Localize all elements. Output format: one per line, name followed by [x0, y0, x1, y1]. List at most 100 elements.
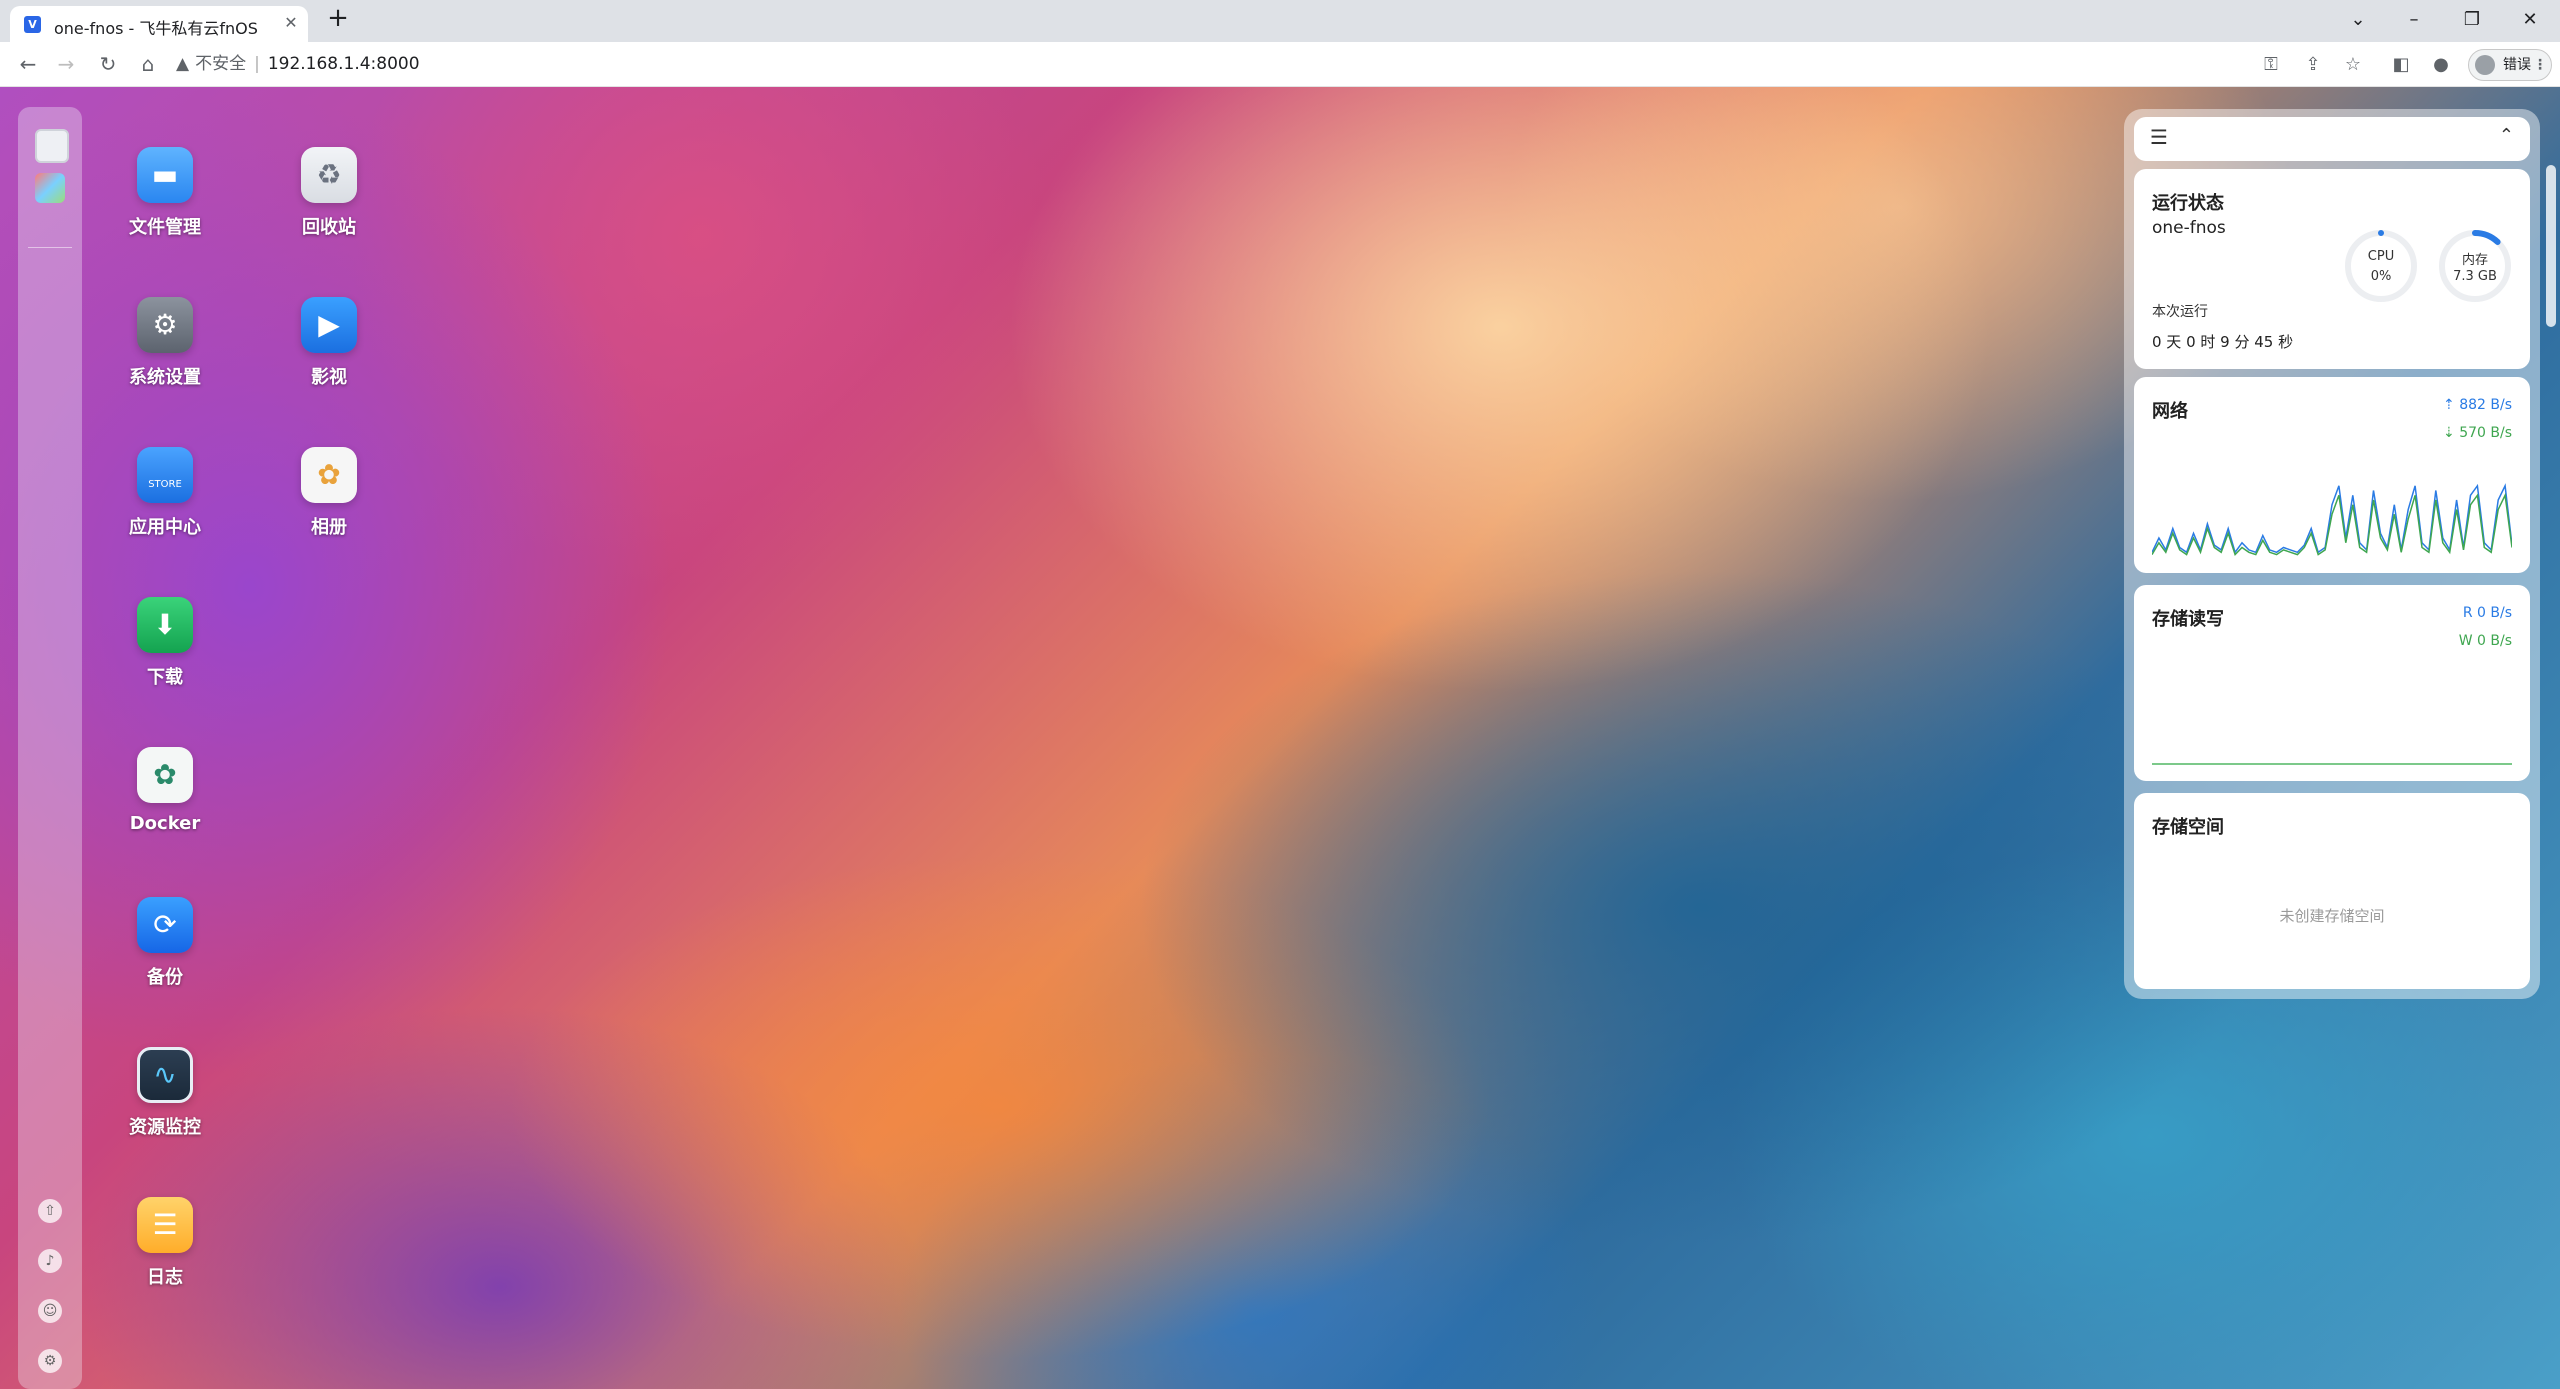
video-icon: ▶ — [301, 297, 357, 353]
more-icon: ⋮ — [2533, 57, 2547, 73]
storage-space-title: 存储空间 — [2152, 817, 2224, 838]
sidebar-divider — [28, 247, 72, 248]
grid-icon[interactable] — [35, 173, 65, 203]
app-label: 资源监控 — [129, 1117, 201, 1138]
backup-icon: ⟳ — [137, 897, 193, 953]
upload-arrow-icon: ⇡ — [2443, 397, 2460, 413]
key-icon[interactable]: ⚿ — [2258, 52, 2284, 78]
app-photos[interactable]: ✿ 相册 — [269, 447, 389, 539]
photos-icon: ✿ — [301, 447, 357, 503]
app-label: 系统设置 — [129, 367, 201, 388]
desktop-wallpaper: ⇧ ♪ ☺ ⚙ ▬ 文件管理 ⚙ 系统设置 STORE 应用中心 ⬇ 下载 ✿ … — [0, 87, 2560, 1389]
cpu-label: CPU — [2367, 249, 2395, 264]
network-widget: 网络 ⇡ 882 B/s ⇣ 570 B/s — [2134, 377, 2530, 573]
app-system-settings[interactable]: ⚙ 系统设置 — [105, 297, 225, 389]
panel-scrollbar[interactable] — [2546, 165, 2556, 327]
app-label: 影视 — [311, 367, 347, 388]
browser-titlebar: V one-fnos - 飞牛私有云fnOS ✕ + ⌄ – ❐ ✕ — [0, 0, 2560, 42]
back-button[interactable]: ← — [14, 50, 42, 78]
url-text: 192.168.1.4:8000 — [267, 54, 420, 74]
uptime-value: 0 天 0 时 9 分 45 秒 — [2152, 333, 2294, 351]
collapse-icon[interactable]: ⌃ — [2499, 125, 2514, 146]
settings-icon: ⚙ — [137, 297, 193, 353]
restore-button[interactable]: ❐ — [2452, 5, 2492, 35]
close-window-button[interactable]: ✕ — [2510, 5, 2550, 35]
app-recycle-bin[interactable]: ♻ 回收站 — [269, 147, 389, 239]
error-label: 错误 — [2503, 57, 2531, 73]
app-logs[interactable]: ☰ 日志 — [105, 1197, 225, 1289]
profile-icon[interactable]: ● — [2428, 52, 2454, 78]
share-icon[interactable]: ⇪ — [2300, 52, 2326, 78]
app-label: 日志 — [147, 1267, 183, 1288]
monitor-icon[interactable] — [35, 129, 69, 163]
app-download[interactable]: ⬇ 下载 — [105, 597, 225, 689]
store-badge: STORE — [148, 479, 182, 490]
cpu-value: 0% — [2370, 269, 2392, 284]
network-upload-rate: ⇡ 882 B/s — [2443, 397, 2512, 413]
gear-icon[interactable]: ⚙ — [38, 1349, 62, 1373]
browser-tab[interactable]: V one-fnos - 飞牛私有云fnOS ✕ — [10, 6, 308, 42]
write-rate: W 0 B/s — [2458, 633, 2512, 649]
bell-icon[interactable]: ♪ — [38, 1249, 62, 1273]
cpu-gauge: CPU 0% — [2344, 229, 2418, 303]
storage-io-title: 存储读写 — [2152, 609, 2224, 630]
reload-button[interactable]: ↻ — [94, 50, 122, 78]
new-tab-button[interactable]: + — [326, 5, 350, 31]
network-chart — [2152, 483, 2512, 557]
recycle-icon: ♻ — [301, 147, 357, 203]
app-docker[interactable]: ✿ Docker — [105, 747, 225, 834]
widget-panel-header: ☰ ⌃ — [2134, 117, 2530, 161]
star-icon[interactable]: ☆ — [2340, 52, 2366, 78]
app-label: Docker — [129, 813, 201, 834]
widget-settings-icon[interactable]: ☰ — [2150, 125, 2168, 149]
store-icon: STORE — [137, 447, 193, 503]
folder-icon: ▬ — [137, 147, 193, 203]
forward-button[interactable]: → — [52, 50, 80, 78]
log-icon: ☰ — [137, 1197, 193, 1253]
app-store[interactable]: STORE 应用中心 — [105, 447, 225, 539]
download-icon: ⬇ — [137, 597, 193, 653]
tab-close-icon[interactable]: ✕ — [280, 12, 302, 34]
app-label: 备份 — [147, 967, 183, 988]
no-storage-message: 未创建存储空间 — [2279, 907, 2385, 925]
app-label: 下载 — [147, 667, 183, 688]
fnos-favicon-icon: V — [24, 16, 41, 33]
hostname: one-fnos — [2152, 218, 2226, 238]
address-bar[interactable]: ▲ 不安全 | 192.168.1.4:8000 — [176, 49, 420, 79]
app-file-manager[interactable]: ▬ 文件管理 — [105, 147, 225, 239]
error-button[interactable]: 错误 ⋮ — [2468, 49, 2552, 81]
memory-gauge: 内存 7.3 GB — [2438, 229, 2512, 303]
tab-search-button[interactable]: ⌄ — [2338, 5, 2378, 35]
uptime-label: 本次运行 — [2152, 304, 2208, 320]
user-icon[interactable]: ☺ — [38, 1299, 62, 1323]
app-video[interactable]: ▶ 影视 — [269, 297, 389, 389]
warning-icon: ▲ — [176, 54, 190, 74]
read-rate: R 0 B/s — [2462, 605, 2512, 621]
side-panel-icon[interactable]: ◧ — [2388, 52, 2414, 78]
insecure-label: 不安全 — [195, 54, 247, 74]
download-rate-value: 570 B/s — [2459, 425, 2512, 441]
app-resource-monitor[interactable]: ∿ 资源监控 — [105, 1047, 225, 1139]
app-label: 相册 — [311, 517, 347, 538]
minimize-button[interactable]: – — [2394, 5, 2434, 35]
app-backup[interactable]: ⟳ 备份 — [105, 897, 225, 989]
storage-io-widget: 存储读写 R 0 B/s W 0 B/s — [2134, 585, 2530, 781]
dock-sidebar: ⇧ ♪ ☺ ⚙ — [18, 107, 82, 1389]
app-label: 应用中心 — [129, 517, 201, 538]
status-title: 运行状态 — [2152, 193, 2224, 214]
tab-title: one-fnos - 飞牛私有云fnOS — [54, 19, 258, 38]
network-title: 网络 — [2152, 401, 2188, 422]
url-separator: | — [254, 54, 260, 74]
upload-icon[interactable]: ⇧ — [38, 1199, 62, 1223]
download-arrow-icon: ⇣ — [2443, 425, 2460, 441]
status-widget: 运行状态 one-fnos CPU 0% 内存 7.3 GB 本次运行 0 天 … — [2134, 169, 2530, 369]
memory-value: 7.3 GB — [2453, 269, 2497, 284]
avatar — [2475, 55, 2495, 75]
io-baseline — [2152, 763, 2512, 765]
home-button[interactable]: ⌂ — [134, 50, 162, 78]
docker-icon: ✿ — [137, 747, 193, 803]
app-label: 文件管理 — [129, 217, 201, 238]
app-label: 回收站 — [302, 217, 356, 238]
storage-space-widget: 存储空间 未创建存储空间 — [2134, 793, 2530, 989]
memory-label: 内存 — [2461, 253, 2488, 268]
